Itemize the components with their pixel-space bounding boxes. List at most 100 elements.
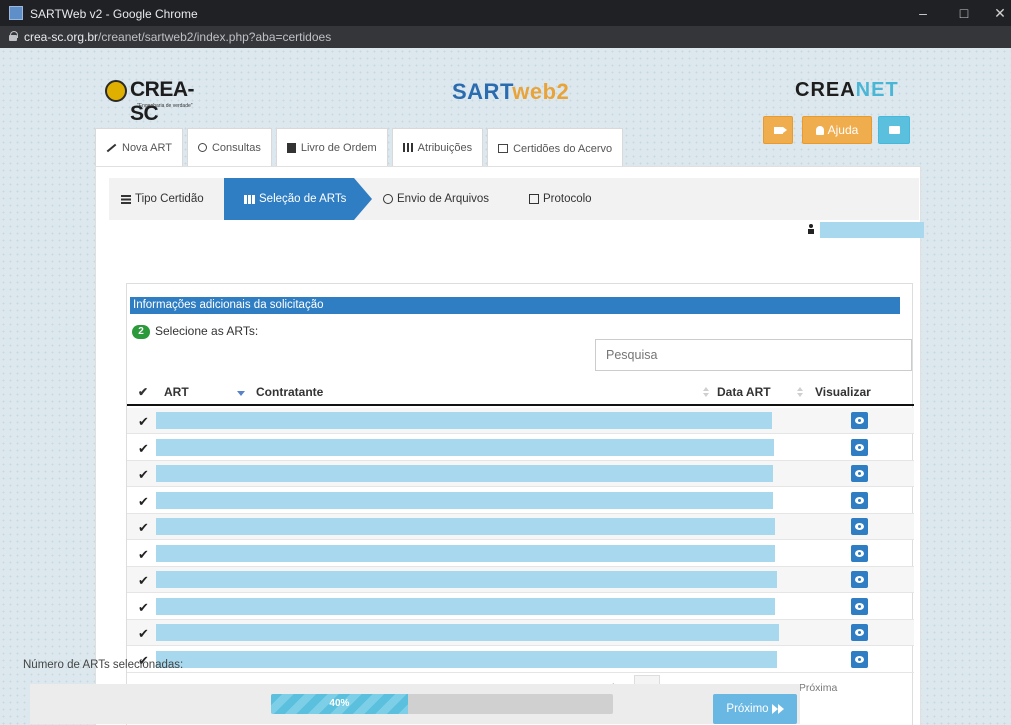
address-bar[interactable]: crea-sc.org.br/creanet/sartweb2/index.ph… xyxy=(0,26,1011,48)
tab-atribuicoes[interactable]: Atribuições xyxy=(391,128,484,166)
step-number-badge: 2 xyxy=(132,325,150,339)
sartweb-logo[interactable]: SARTweb2 xyxy=(452,79,569,105)
sort-desc-icon[interactable] xyxy=(237,391,245,396)
lock-icon xyxy=(9,31,18,41)
step-label: Tipo Certidão xyxy=(135,193,204,205)
sartweb-logo-part2: web2 xyxy=(512,79,570,104)
grid-icon xyxy=(402,143,413,152)
eye-icon[interactable] xyxy=(851,465,868,482)
step-selecao-de-arts[interactable]: Seleção de ARTs xyxy=(224,178,372,220)
step-label: Envio de Arquivos xyxy=(397,193,490,205)
row-checkbox[interactable]: ✔ xyxy=(138,494,149,510)
next-button[interactable]: Próximo xyxy=(713,694,797,724)
checkbox-icon xyxy=(529,194,539,204)
redacted-row-content xyxy=(156,544,775,562)
select-all-checkbox[interactable]: ✔ xyxy=(138,385,148,399)
table-row[interactable]: ✔ xyxy=(127,435,914,461)
step-label: Seleção de ARTs xyxy=(259,193,347,205)
redacted-row-content xyxy=(156,438,774,456)
maximize-button[interactable]: □ xyxy=(949,4,979,22)
eye-icon[interactable] xyxy=(851,544,868,562)
video-button[interactable] xyxy=(763,116,793,144)
table-row[interactable]: ✔ xyxy=(127,514,914,540)
tab-label: Nova ART xyxy=(122,141,172,154)
app-icon xyxy=(9,6,23,20)
main-panel: Tipo Certidão Seleção de ARTs Envio de A… xyxy=(95,166,921,725)
tab-nova-art[interactable]: Nova ART xyxy=(95,128,183,166)
chat-icon xyxy=(888,126,900,134)
step-envio-de-arquivos[interactable]: Envio de Arquivos xyxy=(371,178,517,220)
wizard-steps: Tipo Certidão Seleção de ARTs Envio de A… xyxy=(109,178,919,220)
table-row[interactable]: ✔ xyxy=(127,461,914,487)
table-row[interactable]: ✔ xyxy=(127,567,914,593)
book-icon xyxy=(286,142,296,153)
table-row[interactable]: ✔ xyxy=(127,488,914,514)
eye-icon[interactable] xyxy=(851,571,868,588)
redacted-row-content xyxy=(156,624,779,641)
crea-seal-icon xyxy=(105,80,127,102)
user-name xyxy=(820,222,924,238)
redacted-row-content xyxy=(156,597,775,615)
creanet-logo[interactable]: CREANET xyxy=(795,79,899,102)
upload-icon xyxy=(383,194,393,204)
help-button-label: Ajuda xyxy=(827,123,859,137)
sartweb-logo-part1: SART xyxy=(452,79,513,104)
search-icon xyxy=(197,143,207,152)
tab-consultas[interactable]: Consultas xyxy=(186,128,272,166)
help-button[interactable]: Ajuda xyxy=(802,116,872,144)
pencil-icon xyxy=(106,143,117,152)
url-text[interactable]: crea-sc.org.br/creanet/sartweb2/index.ph… xyxy=(24,30,331,44)
eye-icon[interactable] xyxy=(851,412,868,429)
select-arts-label: Selecione as ARTs: xyxy=(155,324,259,338)
tab-label: Certidões do Acervo xyxy=(513,142,613,155)
eye-icon[interactable] xyxy=(851,597,868,615)
card-title: Informações adicionais da solicitação xyxy=(130,297,900,314)
row-checkbox[interactable]: ✔ xyxy=(138,441,149,457)
crea-tagline: "Engenharia de verdade" xyxy=(137,103,193,109)
page-content: CREA-SC "Engenharia de verdade" SARTweb2… xyxy=(0,48,1011,725)
creanet-logo-part2: NET xyxy=(855,79,899,101)
tab-certidoes-do-acervo[interactable]: Certidões do Acervo xyxy=(487,128,624,168)
eye-icon[interactable] xyxy=(851,518,868,535)
column-header-art[interactable]: ART xyxy=(164,385,189,399)
minimize-button[interactable]: – xyxy=(908,4,938,22)
step-label: Protocolo xyxy=(543,193,592,205)
row-checkbox[interactable]: ✔ xyxy=(138,414,149,430)
url-host: crea-sc.org.br xyxy=(24,30,99,44)
eye-icon[interactable] xyxy=(851,624,868,641)
row-checkbox[interactable]: ✔ xyxy=(138,600,149,616)
window-title: SARTWeb v2 - Google Chrome xyxy=(30,7,198,21)
url-path: /creanet/sartweb2/index.php?aba=certidoe… xyxy=(98,30,332,44)
fast-forward-icon xyxy=(771,704,784,714)
certificate-icon xyxy=(498,144,509,153)
row-checkbox[interactable]: ✔ xyxy=(138,520,149,536)
step-protocolo[interactable]: Protocolo xyxy=(514,178,638,220)
redacted-row-content xyxy=(156,518,775,535)
table-row[interactable]: ✔ xyxy=(127,541,914,567)
bell-icon xyxy=(815,125,824,135)
tab-livro-de-ordem[interactable]: Livro de Ordem xyxy=(275,128,388,166)
row-checkbox[interactable]: ✔ xyxy=(138,573,149,589)
table-row[interactable]: ✔ xyxy=(127,408,914,434)
tab-label: Atribuições xyxy=(417,141,473,154)
eye-icon[interactable] xyxy=(851,491,868,509)
column-header-data-art[interactable]: Data ART xyxy=(717,385,771,399)
table-row[interactable]: ✔ xyxy=(127,620,914,646)
window-titlebar: SARTWeb v2 - Google Chrome – □ ✕ xyxy=(0,0,1011,26)
chat-button[interactable] xyxy=(878,116,910,144)
row-checkbox[interactable]: ✔ xyxy=(138,467,149,483)
crea-logo-text: CREA-SC xyxy=(130,78,195,125)
eye-icon[interactable] xyxy=(851,650,868,668)
column-header-contratante[interactable]: Contratante xyxy=(256,385,323,399)
table-row[interactable]: ✔ xyxy=(127,594,914,620)
close-button[interactable]: ✕ xyxy=(985,4,1011,22)
step-tipo-certidao[interactable]: Tipo Certidão xyxy=(109,178,239,220)
next-button-label: Próximo xyxy=(726,703,769,715)
row-checkbox[interactable]: ✔ xyxy=(138,547,149,563)
table-row[interactable]: ✔ xyxy=(127,647,914,673)
eye-icon[interactable] xyxy=(851,438,868,456)
footer-bar: 40% Próximo xyxy=(30,684,800,724)
search-input[interactable] xyxy=(595,339,912,371)
row-checkbox[interactable]: ✔ xyxy=(138,626,149,642)
video-icon xyxy=(773,126,787,134)
